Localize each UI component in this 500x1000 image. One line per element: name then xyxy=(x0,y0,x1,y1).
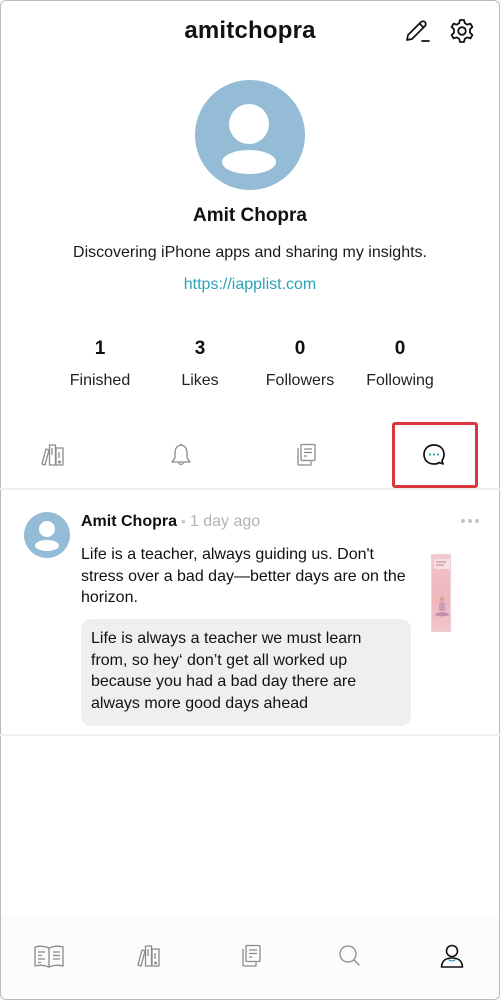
bookshelf-icon xyxy=(137,945,160,967)
user-avatar-icon-body xyxy=(35,540,59,551)
profile-icon xyxy=(440,944,464,968)
stat-value: 0 xyxy=(294,338,306,359)
open-book-icon xyxy=(34,945,64,968)
quoted-excerpt[interactable]: Life is always a teacher we must learn f… xyxy=(81,619,411,726)
stat-followers[interactable]: 0 Followers xyxy=(250,338,350,390)
book-cover-image xyxy=(431,554,451,632)
user-avatar-icon-body xyxy=(222,150,276,174)
website-link[interactable]: https://iapplist.com xyxy=(0,276,500,294)
meta-separator: • xyxy=(181,513,186,529)
meditation-figure-icon xyxy=(434,559,450,617)
post-author-avatar[interactable] xyxy=(24,512,70,558)
post-author[interactable]: Amit Chopra xyxy=(81,513,177,530)
search-icon xyxy=(339,945,360,966)
tab-notifications[interactable] xyxy=(136,420,226,490)
ellipsis-dot xyxy=(468,519,472,523)
nav-reading[interactable] xyxy=(24,934,74,978)
nav-notes[interactable] xyxy=(226,934,276,978)
user-avatar-icon-head xyxy=(229,104,269,144)
ellipsis-dot xyxy=(475,519,479,523)
stat-label: Followers xyxy=(265,372,335,389)
stat-finished[interactable]: 1 Finished xyxy=(50,338,150,390)
nav-library[interactable] xyxy=(125,934,175,978)
stat-label: Likes xyxy=(181,372,219,389)
ellipsis-dot xyxy=(461,519,465,523)
stat-label: Following xyxy=(366,372,434,389)
tab-comments[interactable] xyxy=(389,420,479,490)
comment-icon xyxy=(423,444,445,465)
stat-value: 0 xyxy=(394,338,406,359)
gear-icon xyxy=(450,19,474,43)
post-meta: Amit Chopra • 1 day ago xyxy=(81,513,260,531)
stat-value: 3 xyxy=(194,338,206,359)
tab-bookshelf[interactable] xyxy=(9,420,99,490)
bell-icon xyxy=(171,443,191,466)
settings-button[interactable] xyxy=(447,16,477,46)
profile-stats: 1 Finished 3 Likes 0 Followers 0 Followi… xyxy=(50,338,450,390)
tab-notes[interactable] xyxy=(261,420,351,490)
profile-bio: Discovering iPhone apps and sharing my i… xyxy=(73,244,427,261)
documents-icon xyxy=(242,944,261,967)
more-options-button[interactable] xyxy=(458,512,482,530)
pencil-icon xyxy=(406,20,430,42)
display-name: Amit Chopra xyxy=(193,205,307,226)
book-cover-thumbnail[interactable] xyxy=(431,554,451,632)
stat-following[interactable]: 0 Following xyxy=(350,338,450,390)
bottom-navigation xyxy=(1,916,499,999)
documents-icon xyxy=(297,443,316,466)
user-avatar-icon-head xyxy=(39,521,55,537)
post-time: 1 day ago xyxy=(189,513,261,530)
stat-value: 1 xyxy=(94,338,106,359)
profile-header: amitchopra xyxy=(0,0,500,66)
stat-label: Finished xyxy=(69,372,131,389)
nav-profile[interactable] xyxy=(427,934,477,978)
profile-avatar[interactable] xyxy=(195,80,305,190)
stat-likes[interactable]: 3 Likes xyxy=(150,338,250,390)
edit-profile-button[interactable] xyxy=(402,16,432,46)
comment-post: Amit Chopra • 1 day ago Life is a teacher,… xyxy=(0,500,500,736)
bookshelf-icon xyxy=(41,444,64,466)
profile-tabs xyxy=(0,420,500,490)
nav-search[interactable] xyxy=(325,934,375,978)
post-text: Life is a teacher, always guiding us. Do… xyxy=(81,546,406,606)
